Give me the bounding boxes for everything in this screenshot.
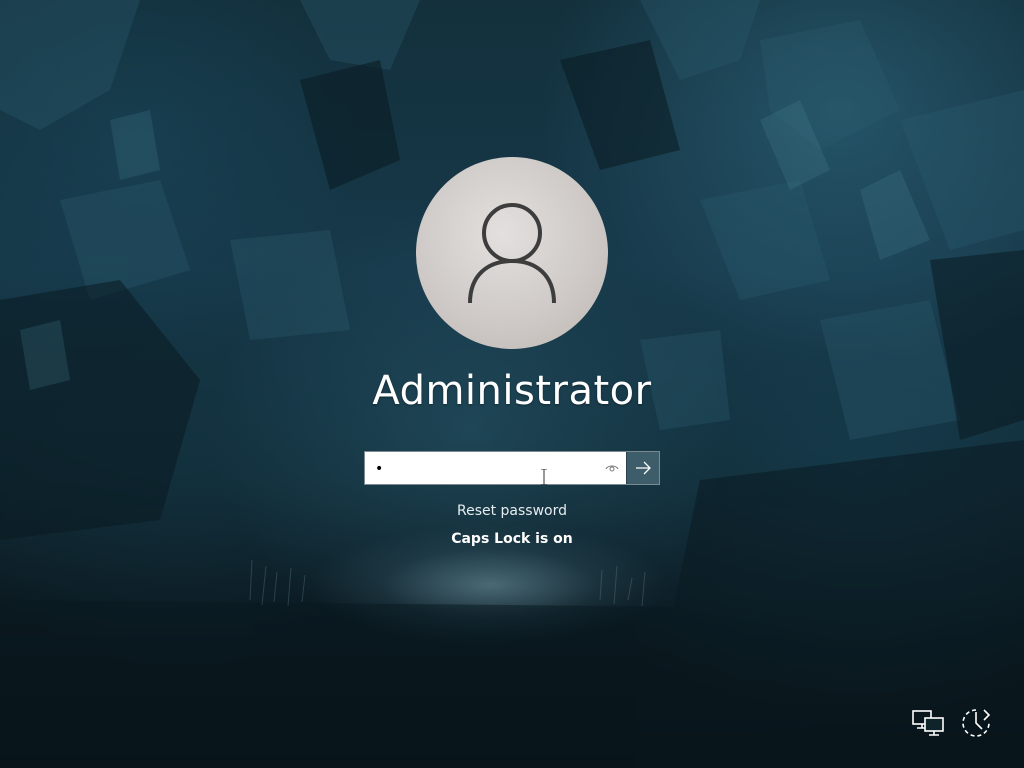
eye-icon[interactable] bbox=[605, 461, 619, 475]
user-icon bbox=[468, 203, 556, 304]
reset-password-link[interactable]: Reset password bbox=[412, 503, 612, 519]
arrow-right-icon bbox=[636, 461, 651, 475]
user-avatar bbox=[416, 157, 608, 349]
text-cursor-icon bbox=[541, 469, 547, 485]
caps-lock-warning: Caps Lock is on bbox=[451, 531, 573, 547]
submit-button[interactable] bbox=[626, 452, 659, 484]
network-icon[interactable] bbox=[911, 708, 945, 738]
ease-of-access-icon[interactable] bbox=[958, 706, 994, 740]
password-input[interactable] bbox=[373, 452, 607, 486]
password-field[interactable] bbox=[364, 451, 660, 486]
account-name: Administrator bbox=[372, 368, 652, 414]
